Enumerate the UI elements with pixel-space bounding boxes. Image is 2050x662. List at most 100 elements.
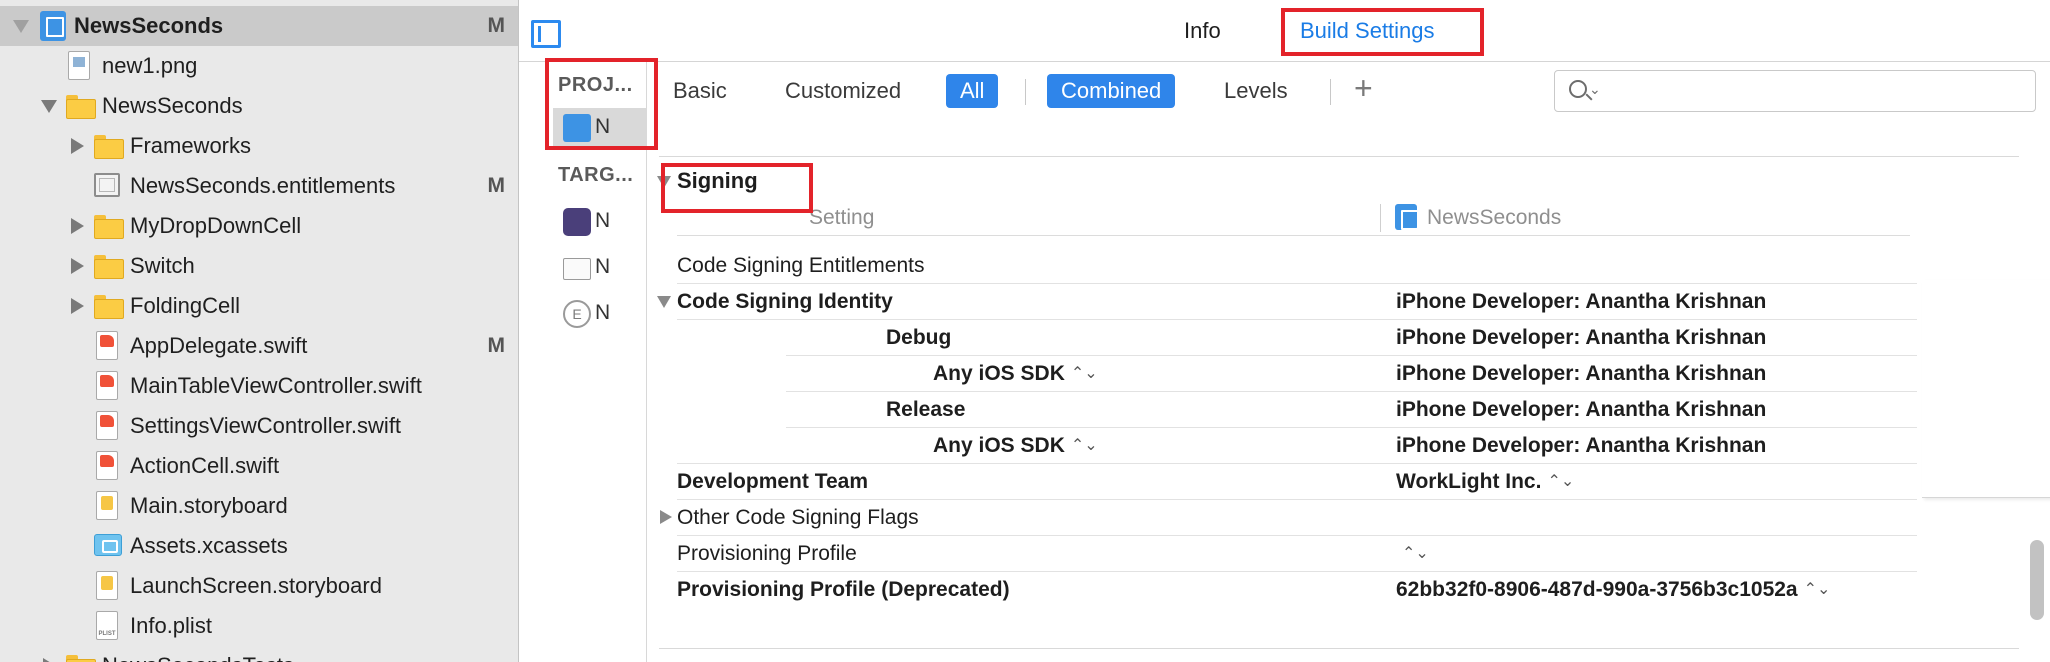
setting-value[interactable]: ⌃⌄ (1396, 542, 1429, 566)
disclosure-closed-icon[interactable] (68, 297, 86, 315)
updown-arrows-icon[interactable]: ⌃⌄ (1804, 579, 1831, 599)
setting-value[interactable]: 62bb32f0-8906-487d-990a-3756b3c1052a ⌃⌄ (1396, 578, 1830, 602)
extension-target-icon: E (563, 300, 591, 328)
nav-item-label: MainTableViewController.swift (130, 373, 422, 398)
setting-row[interactable]: Any iOS SDK ⌃⌄ iPhone Developer: Anantha … (647, 356, 2050, 392)
section-divider (659, 156, 2019, 157)
nav-item-group[interactable]: NewsSeconds (0, 86, 518, 126)
nav-item-label: NewsSeconds (102, 93, 243, 118)
tab-info[interactable]: Info (1184, 18, 1221, 44)
target-item[interactable]: E N (553, 294, 647, 334)
disclosure-closed-icon[interactable] (660, 510, 672, 524)
disclosure-open-icon[interactable] (657, 176, 671, 188)
sidebar-toggle-icon[interactable] (531, 20, 561, 48)
target-item-label: N (595, 209, 611, 232)
build-settings-table: Signing Setting NewsSeconds Code Signing… (647, 126, 2050, 662)
filter-all-button[interactable]: All (946, 74, 999, 108)
setting-row[interactable]: Code Signing Identity iPhone Developer: … (647, 284, 2050, 320)
target-item[interactable]: N (553, 248, 647, 288)
search-input[interactable] (1609, 73, 2029, 109)
target-item[interactable]: N (553, 202, 647, 242)
setting-value[interactable]: iPhone Developer: Anantha Krishnan (1396, 326, 1766, 350)
nav-item-label: NewsSecondsTests (102, 653, 294, 662)
setting-row[interactable]: Development Team WorkLight Inc. ⌃⌄ (647, 464, 2050, 500)
disclosure-open-icon[interactable] (657, 296, 671, 308)
project-editor: Info Build Settings PROJ... N TARG... N … (519, 0, 2050, 662)
chevron-down-icon[interactable]: ⌄ (1589, 81, 1601, 98)
nav-item-label: LaunchScreen.storyboard (130, 573, 382, 598)
target-item-label: N (595, 255, 611, 278)
disclosure-closed-icon[interactable] (40, 657, 58, 662)
disclosure-closed-icon[interactable] (68, 217, 86, 235)
setting-row[interactable]: Other Code Signing Flags (647, 500, 2050, 536)
section-divider (659, 648, 2019, 649)
filter-basic-button[interactable]: Basic (673, 74, 727, 108)
nav-item-group[interactable]: FoldingCell (0, 286, 518, 326)
project-item[interactable]: N (553, 108, 647, 148)
xcode-project-icon (40, 11, 66, 41)
disclosure-open-icon[interactable] (12, 17, 30, 35)
nav-item-file[interactable]: AppDelegate.swift M (0, 326, 518, 366)
folder-icon (66, 95, 96, 119)
nav-item-file[interactable]: Assets.xcassets (0, 526, 518, 566)
updown-arrows-icon[interactable]: ⌃⌄ (1402, 543, 1429, 563)
plist-file-icon: PLIST (96, 611, 118, 640)
setting-value[interactable]: iPhone Developer: Anantha Krishnan (1396, 434, 1766, 458)
updown-arrows-icon[interactable]: ⌃⌄ (1071, 363, 1098, 383)
setting-name: Any iOS SDK ⌃⌄ (933, 434, 1098, 458)
xcode-project-icon (1395, 204, 1419, 230)
nav-item-file[interactable]: LaunchScreen.storyboard (0, 566, 518, 606)
setting-name: Provisioning Profile (677, 542, 857, 565)
setting-row[interactable]: Debug iPhone Developer: Anantha Krishnan… (647, 320, 2050, 356)
editor-tab-bar: Info Build Settings (519, 0, 2050, 62)
build-settings-filter-bar: Basic Customized All Combined Levels + ⌄ (647, 62, 2050, 126)
setting-row[interactable]: Release iPhone Developer: Anantha Krishn… (647, 392, 2050, 428)
add-setting-button[interactable]: + (1354, 70, 1373, 107)
setting-row[interactable]: Code Signing Entitlements (647, 248, 2050, 284)
setting-row[interactable]: Any iOS SDK ⌃⌄ iPhone Developer: Anantha … (647, 428, 2050, 464)
disclosure-open-icon[interactable] (40, 97, 58, 115)
nav-item-group[interactable]: Frameworks (0, 126, 518, 166)
target-item-label: N (595, 301, 611, 324)
project-item-label: N (595, 115, 611, 138)
setting-row[interactable]: Provisioning Profile (Deprecated) 62bb32… (647, 572, 2050, 608)
filter-customized-button[interactable]: Customized (785, 74, 901, 108)
nav-item-file[interactable]: PLIST Info.plist (0, 606, 518, 646)
settings-search-field[interactable]: ⌄ (1554, 70, 2036, 112)
setting-value[interactable]: iPhone Developer: Anantha Krishnan (1396, 290, 1766, 314)
setting-value[interactable]: iPhone Developer: Anantha Krishnan (1396, 362, 1766, 386)
nav-item-group[interactable]: MyDropDownCell (0, 206, 518, 246)
setting-name: Release (886, 398, 966, 421)
section-header-signing[interactable]: Signing (647, 164, 2050, 200)
section-title: Signing (677, 168, 758, 193)
updown-arrows-icon[interactable]: ⌃⌄ (1071, 435, 1098, 455)
view-combined-button[interactable]: Combined (1047, 74, 1176, 108)
view-levels-button[interactable]: Levels (1224, 74, 1288, 108)
vertical-scrollbar[interactable] (2030, 540, 2044, 620)
setting-value[interactable]: iPhone Developer: Anantha Krishnan (1396, 398, 1766, 422)
nav-item-group[interactable]: Switch (0, 246, 518, 286)
nav-item-file[interactable]: Main.storyboard (0, 486, 518, 526)
test-target-icon (563, 258, 591, 280)
nav-item-file[interactable]: MainTableViewController.swift (0, 366, 518, 406)
folder-icon (94, 295, 124, 319)
modified-badge: M (487, 174, 506, 197)
disclosure-closed-icon[interactable] (68, 257, 86, 275)
swift-file-icon (96, 371, 118, 400)
nav-item-file[interactable]: SettingsViewController.swift (0, 406, 518, 446)
nav-item-group[interactable]: NewsSecondsTests (0, 646, 518, 662)
setting-row[interactable]: Provisioning Profile ⌃⌄ (647, 536, 2050, 572)
setting-value[interactable]: WorkLight Inc. ⌃⌄ (1396, 470, 1574, 494)
modified-badge: M (487, 334, 506, 357)
search-icon (1569, 80, 1587, 98)
tab-build-settings[interactable]: Build Settings (1300, 18, 1435, 44)
nav-item-label: SettingsViewController.swift (130, 413, 402, 438)
setting-name: Debug (886, 326, 952, 349)
nav-item-file[interactable]: ActionCell.swift (0, 446, 518, 486)
column-header-setting: Setting (809, 206, 875, 229)
disclosure-closed-icon[interactable] (68, 137, 86, 155)
nav-item-file[interactable]: new1.png (0, 46, 518, 86)
nav-item-project[interactable]: NewsSeconds M (0, 6, 518, 46)
updown-arrows-icon[interactable]: ⌃⌄ (1547, 471, 1574, 491)
nav-item-file[interactable]: NewsSeconds.entitlements M (0, 166, 518, 206)
